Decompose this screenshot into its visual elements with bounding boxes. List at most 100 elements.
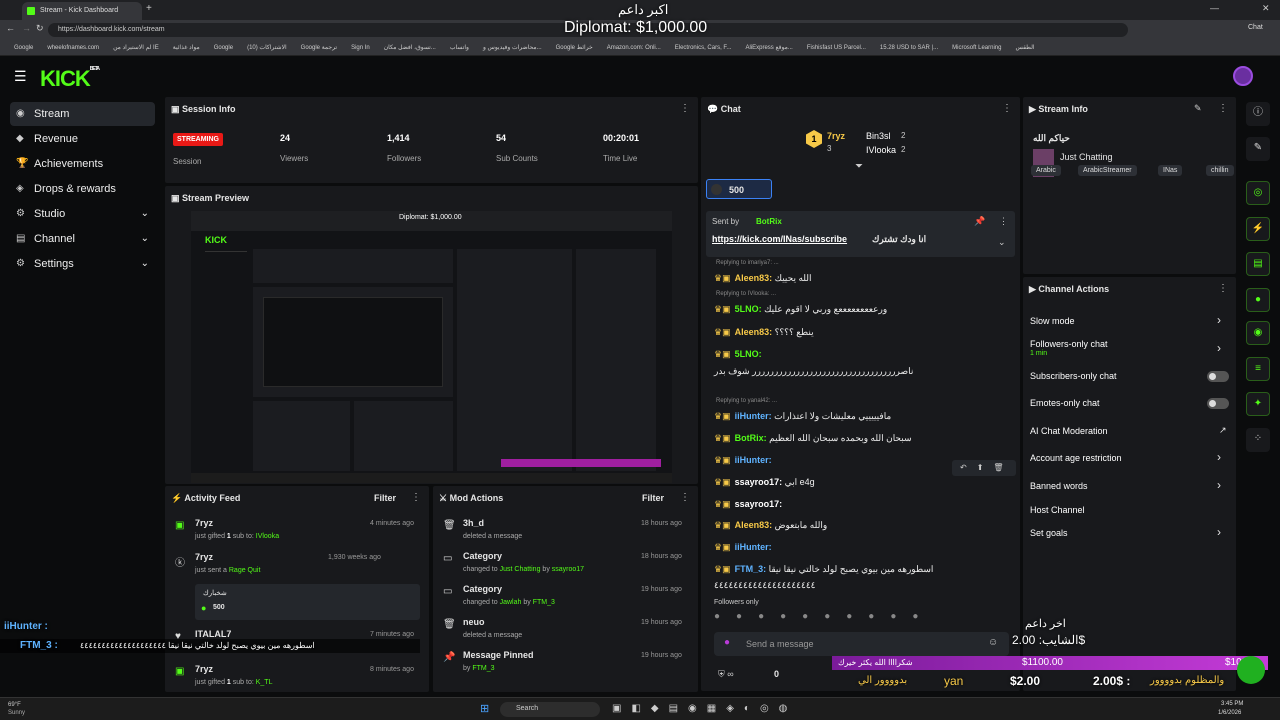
chat-button[interactable]: Chat: [1248, 24, 1263, 31]
external-link-icon[interactable]: ↗: [1219, 425, 1227, 436]
reload-icon[interactable]: ↻: [36, 23, 44, 34]
chat-username[interactable]: 5LNO:: [735, 304, 762, 314]
bookmark-item[interactable]: AliExpress موقع...: [745, 40, 792, 55]
bookmark-item[interactable]: الطقس: [1015, 40, 1034, 55]
tag-chip[interactable]: Arabic: [1031, 165, 1061, 176]
chat-message[interactable]: ٤٤٤٤٤٤٤٤٤٤٤٤٤٤٤٤٤٤٤٤٤: [714, 580, 816, 591]
sidebar-item-revenue[interactable]: ◆ Revenue: [10, 127, 155, 151]
activity-filter-button[interactable]: Filter: [374, 493, 396, 503]
chat-username[interactable]: FTM_3:: [735, 564, 767, 574]
pinned-user[interactable]: BotRix: [756, 217, 782, 226]
chat-username[interactable]: iiHunter:: [735, 411, 772, 421]
sidebar-item-settings[interactable]: ⚙ Settings ⌄: [10, 252, 155, 276]
followers-only-label[interactable]: Followers-only chat: [1030, 339, 1108, 349]
ai-mod-label[interactable]: AI Chat Moderation: [1030, 426, 1108, 436]
chevron-down-icon[interactable]: ⌄: [141, 202, 149, 226]
mod-action-target[interactable]: Jawlah: [500, 599, 522, 606]
bookmark-item[interactable]: Microsoft Learning: [952, 40, 1001, 55]
bookmark-item[interactable]: 15.28 USD to SAR |...: [880, 40, 938, 55]
top-gifter-2-name[interactable]: Bin3sl: [866, 131, 891, 141]
chat-message[interactable]: ♛▣ iiHunter:: [714, 455, 772, 466]
bolt-icon[interactable]: ⚡: [1246, 217, 1270, 241]
chat-reply-context[interactable]: Replying to imariya7: ...: [716, 260, 779, 266]
chat-reply-context[interactable]: Replying to IVlooka: ...: [716, 291, 776, 297]
forward-icon[interactable]: →: [22, 23, 31, 33]
subs-only-toggle[interactable]: [1207, 371, 1229, 382]
activity-name[interactable]: 7ryz: [195, 552, 213, 562]
bookmark-item[interactable]: واتساب: [450, 40, 469, 55]
mod-action-user[interactable]: FTM_3: [533, 599, 555, 606]
bookmark-item[interactable]: Amazon.com: Onli...: [607, 40, 661, 55]
chat-username[interactable]: iiHunter:: [735, 455, 772, 465]
kick-logo[interactable]: KICKBETA: [40, 66, 100, 92]
slow-mode-label[interactable]: Slow mode: [1030, 316, 1075, 326]
mod-action-name[interactable]: neuo: [463, 617, 485, 627]
activity-name[interactable]: 7ryz: [195, 518, 213, 528]
goal-progress[interactable]: 500: [706, 179, 772, 199]
sidebar-item-channel[interactable]: ▤ Channel ⌄: [10, 227, 155, 251]
chevron-right-icon[interactable]: ›: [1217, 313, 1221, 327]
chevron-down-icon[interactable]: ⌄: [141, 227, 149, 251]
top-gifter-1-name[interactable]: 7ryz: [827, 131, 845, 141]
bookmark-item[interactable]: محاضرات وفيديوس و...: [483, 40, 542, 55]
tag-chip[interactable]: chillin: [1206, 165, 1234, 176]
chat-message[interactable]: ناصرررررررررررررررررررررررررررررررررر شو…: [714, 366, 913, 377]
activity-more-icon[interactable]: ⋮: [411, 486, 421, 510]
chevron-right-icon[interactable]: ›: [1217, 478, 1221, 492]
bookmark-item[interactable]: Google خرائط: [556, 40, 593, 55]
camera-icon[interactable]: ◎: [1246, 181, 1270, 205]
mod-action-name[interactable]: Message Pinned: [463, 650, 534, 660]
mod-action-target[interactable]: Just Chatting: [500, 566, 541, 573]
wrench-icon[interactable]: ✦: [1246, 392, 1270, 416]
browser-tab[interactable]: Stream - Kick Dashboard: [22, 2, 142, 20]
chat-message[interactable]: ♛▣ 5LNO: ورعععععععععع وربي لا اقوم عليك: [714, 304, 887, 315]
chat-message[interactable]: ♛▣ FTM_3: اسطورهه مين بيوي يصبح لولد خالت…: [714, 564, 933, 575]
emote-bar[interactable]: ●●●●●●●●●●: [714, 611, 1004, 629]
mod-action-user[interactable]: ssayroo17: [552, 566, 584, 573]
emoji-icon[interactable]: ☺: [988, 637, 998, 648]
tag-chip[interactable]: ArabicStreamer: [1078, 165, 1137, 176]
chat-message[interactable]: ♛▣ BotRix: سبحان الله وبحمده سبحان الله ا…: [714, 433, 912, 444]
bookmark-item[interactable]: Sign In: [351, 40, 370, 55]
bookmark-item[interactable]: Google: [14, 40, 33, 55]
chat-username[interactable]: Aleen83:: [735, 273, 773, 283]
chat-message[interactable]: ♛▣ Aleen83: ينطع ؟؟؟؟: [714, 327, 814, 338]
chat-message[interactable]: ♛▣ ssayroo17:: [714, 499, 782, 510]
points-icon[interactable]: ⛨ ∞: [718, 669, 734, 680]
sidebar-item-achievements[interactable]: 🏆 Achievements: [10, 152, 155, 176]
chevron-down-icon[interactable]: ⌄: [141, 252, 149, 276]
chat-message[interactable]: ♛▣ ssayroo17: ابي e4g: [714, 477, 815, 488]
sidebar-item-drops-rewards[interactable]: ◈ Drops & rewards: [10, 177, 155, 201]
more-icon[interactable]: ⋮: [680, 97, 690, 121]
info-icon[interactable]: ⓘ: [1246, 102, 1270, 126]
banned-words-label[interactable]: Banned words: [1030, 481, 1088, 491]
chat-username[interactable]: Aleen83:: [735, 520, 773, 530]
mic-icon[interactable]: ●: [724, 637, 730, 648]
chat-username[interactable]: iiHunter:: [735, 542, 772, 552]
new-tab-icon[interactable]: +: [146, 3, 152, 14]
broadcast-icon[interactable]: ◉: [1246, 321, 1270, 345]
activity-name[interactable]: ITALAL7: [195, 629, 231, 639]
taskbar-search[interactable]: Search: [500, 702, 600, 717]
pinned-more-icon[interactable]: ⋮: [999, 216, 1008, 227]
emotes-only-label[interactable]: Emotes-only chat: [1030, 398, 1100, 408]
menu-icon[interactable]: ☰: [14, 68, 27, 85]
channel-actions-more-icon[interactable]: ⋮: [1218, 277, 1228, 301]
bookmark-item[interactable]: Google: [214, 40, 233, 55]
windows-start-icon[interactable]: ⊞: [480, 702, 489, 715]
bookmark-item[interactable]: مواد غذائية: [173, 40, 200, 55]
tag-chip[interactable]: INas: [1158, 165, 1183, 176]
apps-icon[interactable]: ⁘: [1246, 428, 1270, 452]
stream-info-more-icon[interactable]: ⋮: [1218, 97, 1228, 121]
bookmark-item[interactable]: تسوق، افضل مكان...: [384, 40, 436, 55]
chat-username[interactable]: ssayroo17:: [735, 477, 783, 487]
message-actions[interactable]: ↶⬆🗑: [952, 460, 1016, 476]
chat-message[interactable]: ♛▣ 5LNO:: [714, 349, 762, 360]
sidebar-item-studio[interactable]: ⚙ Studio ⌄: [10, 202, 155, 226]
chat-message[interactable]: ♛▣ iiHunter: مافيييييي معليشات ولا اعتذار…: [714, 411, 891, 422]
bookmark-item[interactable]: Google ترجمة: [301, 40, 337, 55]
category-name[interactable]: Just Chatting: [1060, 152, 1113, 162]
taskbar-apps[interactable]: ▣◧◆▤◉▦◈◐◎◍: [612, 703, 797, 714]
pinned-link[interactable]: https://kick.com/INas/subscribe: [712, 234, 847, 244]
close-window-icon[interactable]: ✕: [1262, 3, 1270, 14]
